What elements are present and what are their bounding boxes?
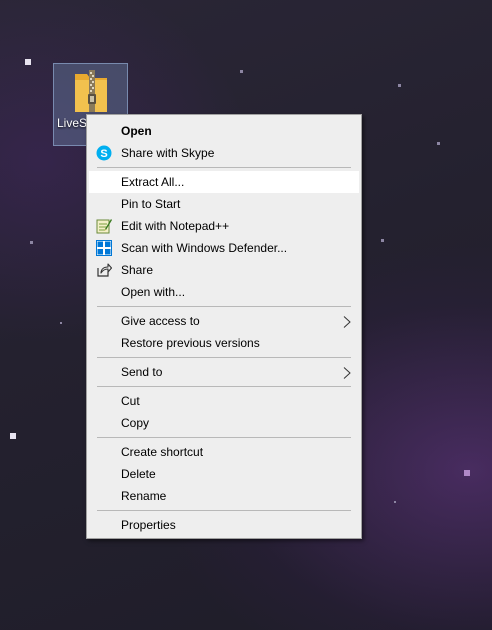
menu-item-label: Delete <box>121 467 156 481</box>
menu-item-open[interactable]: Open <box>89 120 359 142</box>
menu-item-label: Extract All... <box>121 175 185 189</box>
desktop-star <box>437 142 440 145</box>
menu-item-label: Properties <box>121 518 176 532</box>
menu-item-create-shortcut[interactable]: Create shortcut <box>89 441 359 463</box>
menu-separator <box>97 306 351 307</box>
menu-item-label: Open <box>121 124 152 138</box>
chevron-right-icon <box>343 315 351 328</box>
menu-separator <box>97 386 351 387</box>
menu-item-pin-to-start[interactable]: Pin to Start <box>89 193 359 215</box>
menu-separator <box>97 510 351 511</box>
desktop-icon-label: LiveS <box>57 116 87 130</box>
desktop-star <box>464 470 470 476</box>
desktop-star <box>25 59 31 65</box>
menu-item-share[interactable]: Share <box>89 259 359 281</box>
menu-item-label: Scan with Windows Defender... <box>121 241 288 255</box>
menu-item-share-with-skype[interactable]: S Share with Skype <box>89 142 359 164</box>
desktop-star <box>394 501 396 503</box>
context-menu: Open S Share with Skype Extract All... P… <box>86 114 362 539</box>
chevron-right-icon <box>343 366 351 379</box>
desktop-star <box>60 322 62 324</box>
menu-item-label: Cut <box>121 394 140 408</box>
menu-item-cut[interactable]: Cut <box>89 390 359 412</box>
menu-item-label: Open with... <box>121 285 186 299</box>
desktop-star <box>10 433 16 439</box>
desktop-star <box>240 70 243 73</box>
menu-item-restore-previous-versions[interactable]: Restore previous versions <box>89 332 359 354</box>
desktop-star <box>381 239 384 242</box>
menu-separator <box>97 437 351 438</box>
svg-text:S: S <box>100 148 107 160</box>
share-icon <box>96 262 113 278</box>
menu-item-label: Share with Skype <box>121 146 215 160</box>
menu-item-label: Rename <box>121 489 167 503</box>
zip-folder-icon <box>75 70 107 112</box>
menu-item-label: Edit with Notepad++ <box>121 219 230 233</box>
skype-icon: S <box>96 145 112 161</box>
menu-item-properties[interactable]: Properties <box>89 514 359 536</box>
menu-item-give-access-to[interactable]: Give access to <box>89 310 359 332</box>
menu-item-label: Copy <box>121 416 150 430</box>
notepad-plus-plus-icon <box>96 218 112 234</box>
menu-item-label: Restore previous versions <box>121 336 260 350</box>
desktop-star <box>30 241 33 244</box>
menu-item-label: Send to <box>121 365 163 379</box>
menu-item-edit-with-notepad-plus-plus[interactable]: Edit with Notepad++ <box>89 215 359 237</box>
menu-item-label: Create shortcut <box>121 445 204 459</box>
menu-item-copy[interactable]: Copy <box>89 412 359 434</box>
menu-item-label: Share <box>121 263 154 277</box>
menu-item-label: Pin to Start <box>121 197 181 211</box>
menu-separator <box>97 167 351 168</box>
menu-item-scan-with-windows-defender[interactable]: Scan with Windows Defender... <box>89 237 359 259</box>
menu-item-label: Give access to <box>121 314 200 328</box>
menu-item-open-with[interactable]: Open with... <box>89 281 359 303</box>
menu-item-extract-all[interactable]: Extract All... <box>89 171 359 193</box>
menu-item-delete[interactable]: Delete <box>89 463 359 485</box>
menu-separator <box>97 357 351 358</box>
windows-defender-icon <box>96 240 112 256</box>
desktop-star <box>398 84 401 87</box>
menu-item-rename[interactable]: Rename <box>89 485 359 507</box>
menu-item-send-to[interactable]: Send to <box>89 361 359 383</box>
